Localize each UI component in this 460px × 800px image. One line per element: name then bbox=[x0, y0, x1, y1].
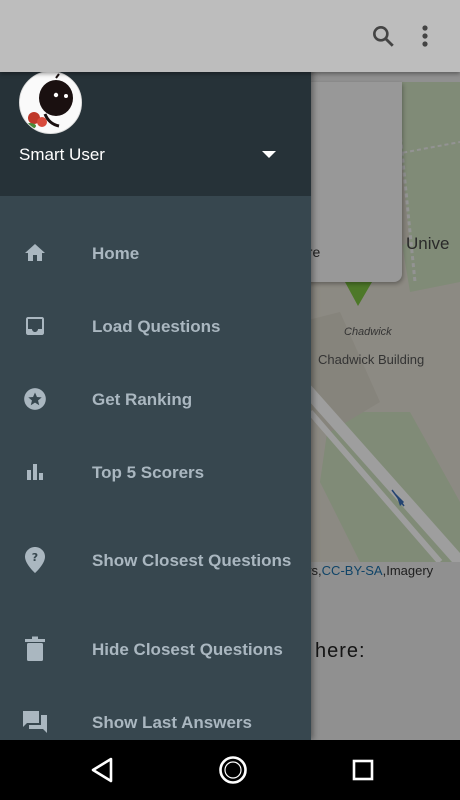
navigation-drawer: Smart User Home Load Questions Get Ranki… bbox=[0, 0, 311, 740]
menu-item-label: Show Closest Questions bbox=[92, 550, 292, 570]
bar-chart-icon bbox=[20, 457, 50, 487]
home-nav-icon[interactable] bbox=[213, 750, 253, 790]
menu-item-show-closest-questions[interactable]: ? Show Closest Questions bbox=[0, 529, 311, 591]
menu-item-show-last-answers[interactable]: Show Last Answers bbox=[0, 705, 311, 739]
forum-icon bbox=[20, 707, 50, 737]
menu-item-label: Show Last Answers bbox=[92, 712, 252, 732]
avatar[interactable] bbox=[19, 71, 82, 134]
place-unknown-icon: ? bbox=[20, 545, 50, 575]
menu-item-load-questions[interactable]: Load Questions bbox=[0, 309, 311, 343]
menu-item-label: Load Questions bbox=[92, 316, 221, 336]
menu-item-hide-closest-questions[interactable]: Hide Closest Questions bbox=[0, 632, 311, 666]
recents-icon[interactable] bbox=[343, 750, 383, 790]
menu-item-home[interactable]: Home bbox=[0, 236, 311, 270]
menu-item-top-5-scorers[interactable]: Top 5 Scorers bbox=[0, 455, 311, 489]
home-icon bbox=[20, 238, 50, 268]
chevron-down-icon[interactable] bbox=[256, 145, 282, 165]
menu-item-label: Hide Closest Questions bbox=[92, 639, 283, 659]
menu-item-get-ranking[interactable]: Get Ranking bbox=[0, 382, 311, 416]
svg-text:?: ? bbox=[32, 551, 38, 564]
inbox-icon bbox=[20, 311, 50, 341]
back-icon[interactable] bbox=[82, 750, 122, 790]
search-icon[interactable] bbox=[365, 18, 401, 54]
system-nav-bar bbox=[0, 740, 460, 800]
star-circle-icon bbox=[20, 384, 50, 414]
app-bar bbox=[0, 0, 460, 72]
menu-item-label: Get Ranking bbox=[92, 389, 193, 409]
user-name: Smart User bbox=[19, 145, 105, 164]
overflow-menu-icon[interactable] bbox=[407, 18, 443, 54]
menu-item-label: Home bbox=[92, 243, 140, 263]
trash-icon bbox=[20, 634, 50, 664]
menu-item-label: Top 5 Scorers bbox=[92, 462, 205, 482]
